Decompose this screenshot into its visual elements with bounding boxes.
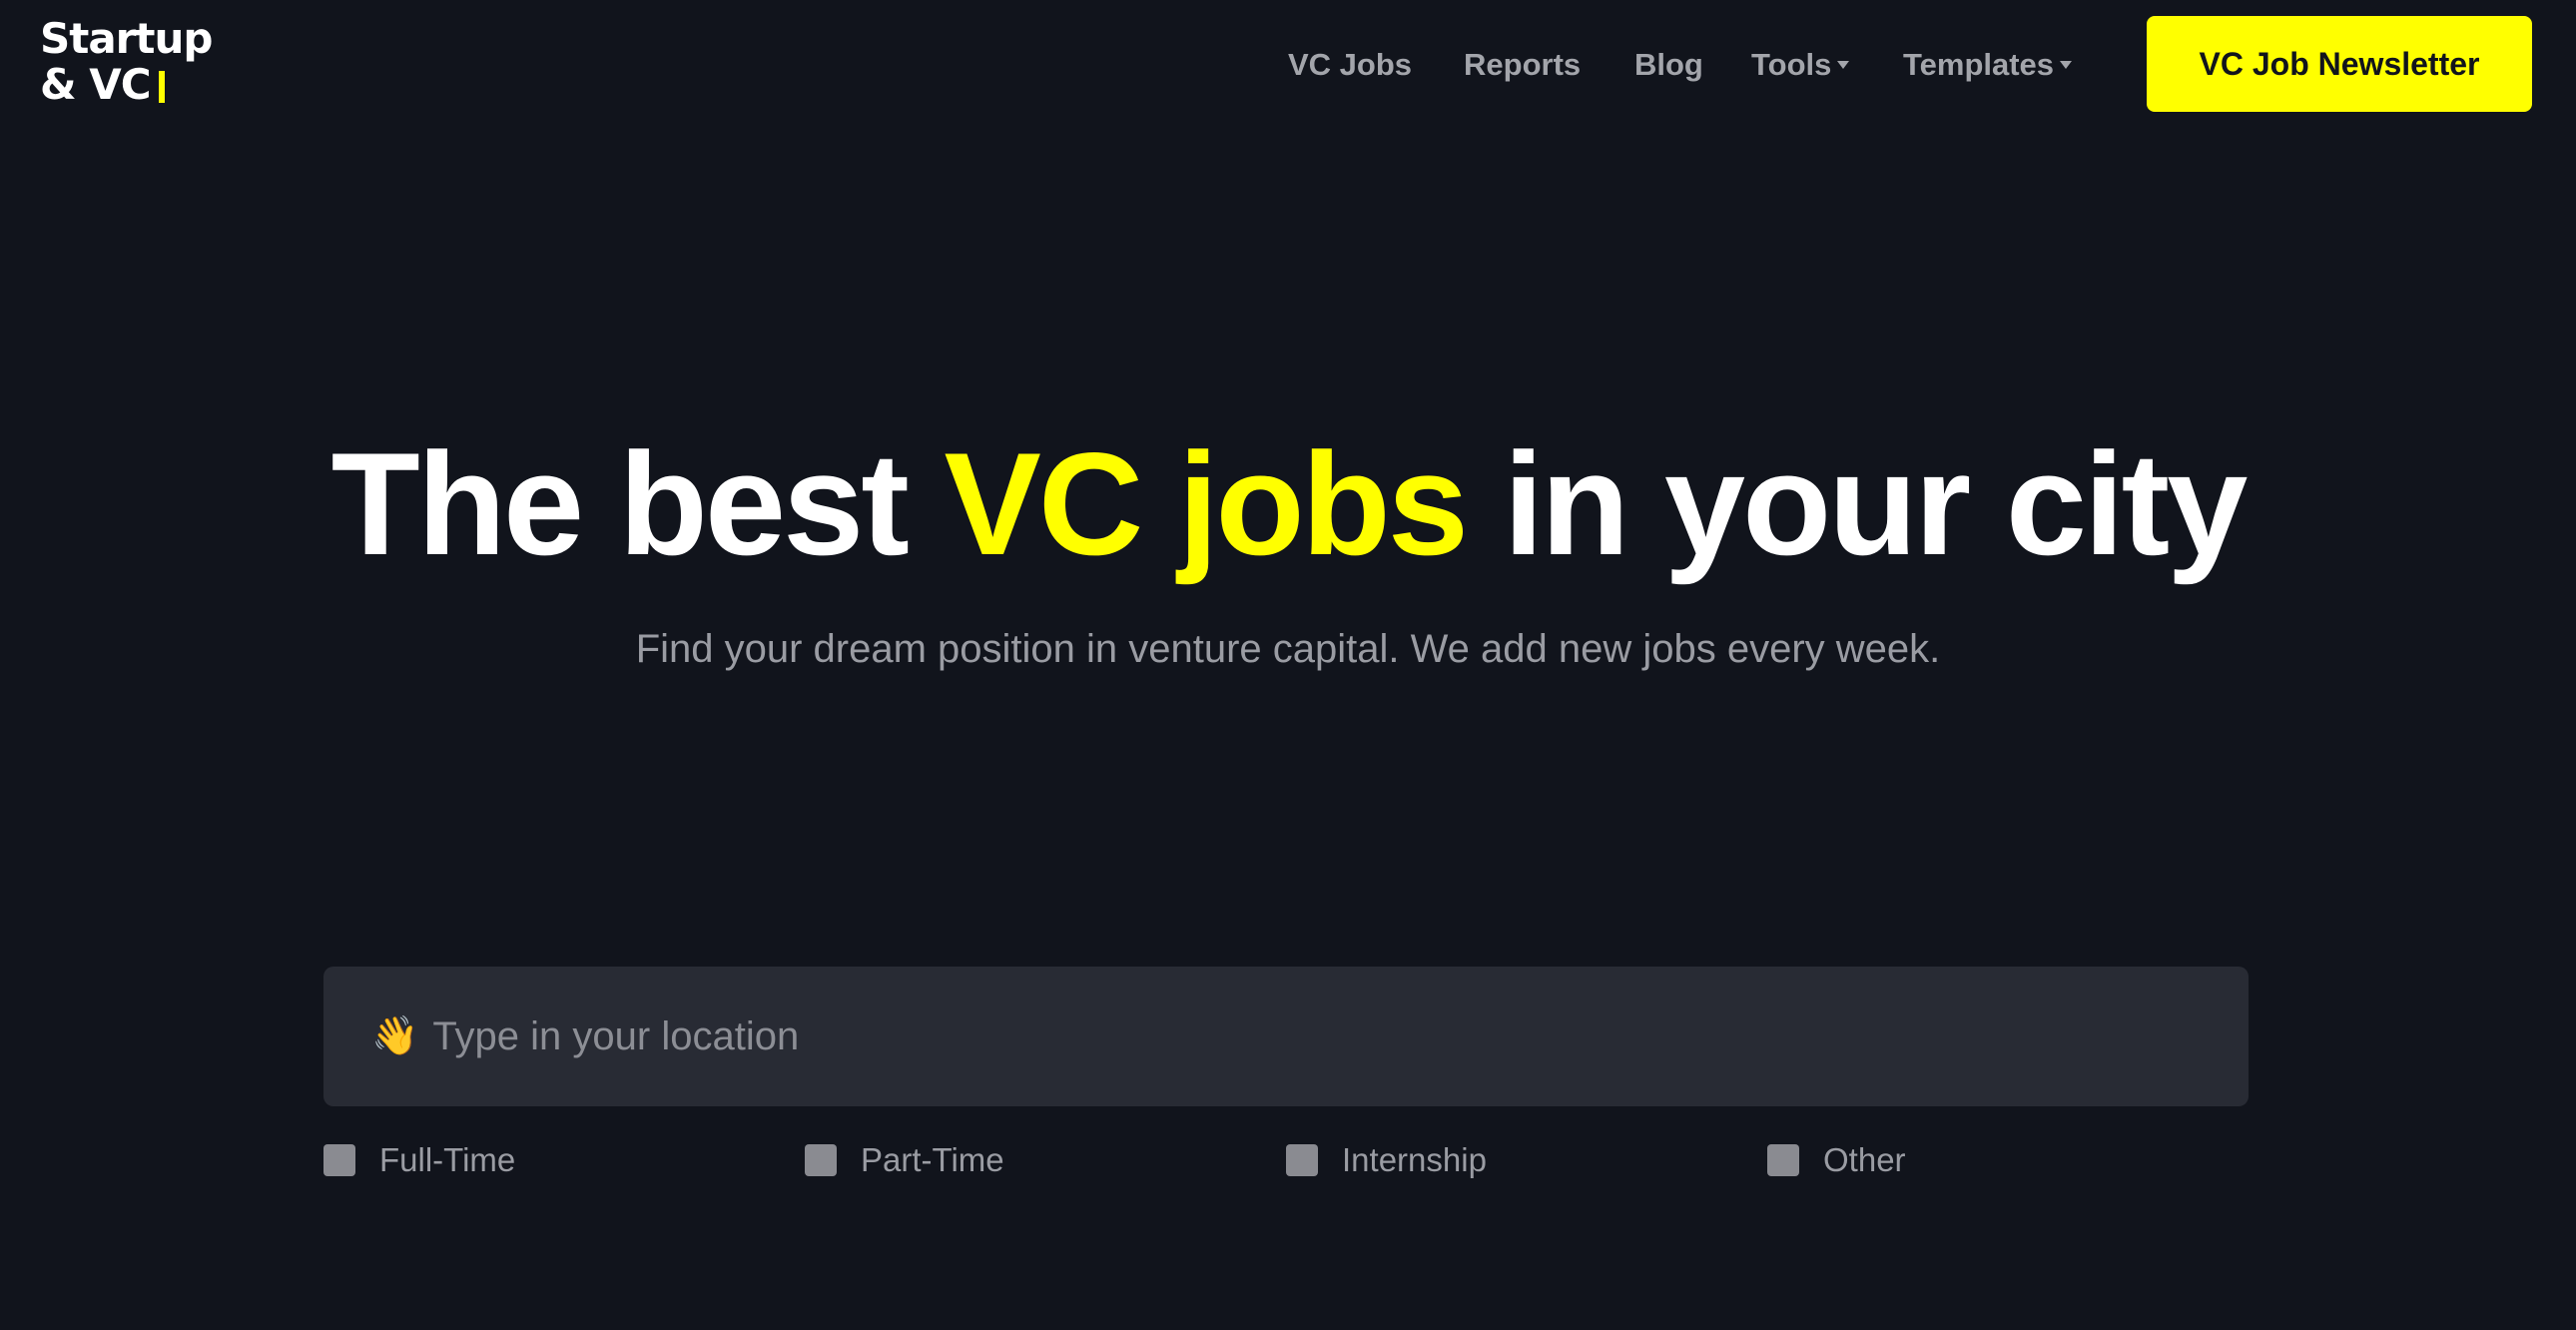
- internship-checkbox[interactable]: [1286, 1144, 1318, 1176]
- nav-item-blog[interactable]: Blog: [1634, 45, 1703, 85]
- filter-part-time[interactable]: Part-Time: [805, 1142, 1004, 1178]
- nav-item-tools-label: Tools: [1751, 47, 1832, 82]
- location-search-box[interactable]: 👋: [323, 967, 2249, 1106]
- caret-down-icon: [2060, 61, 2073, 69]
- logo-line-2: & VC: [40, 62, 210, 108]
- other-checkbox[interactable]: [1767, 1144, 1799, 1176]
- filter-label: Part-Time: [861, 1141, 1004, 1178]
- full-time-checkbox[interactable]: [323, 1144, 355, 1176]
- filter-other[interactable]: Other: [1767, 1142, 1906, 1178]
- site-logo[interactable]: Startup & VC: [40, 14, 213, 108]
- filter-internship[interactable]: Internship: [1286, 1142, 1487, 1178]
- location-search-input[interactable]: [432, 1006, 2131, 1066]
- nav-item-reports[interactable]: Reports: [1464, 45, 1581, 85]
- hero-title: The best VC jobs in your city: [0, 419, 2576, 589]
- logo-line-1: Startup: [40, 14, 213, 63]
- filter-label: Other: [1823, 1141, 1906, 1178]
- site-header: Startup & VC VC Jobs Reports Blog Tools …: [0, 0, 2576, 130]
- nav-item-vc-jobs[interactable]: VC Jobs: [1288, 45, 1412, 85]
- caret-down-icon: [1837, 61, 1850, 69]
- hero-subtitle: Find your dream position in venture capi…: [635, 627, 1941, 671]
- hero-title-part-1: The best: [330, 422, 945, 585]
- waving-hand-icon: 👋: [371, 1015, 419, 1057]
- logo-line-2-text: & VC: [40, 60, 152, 109]
- hero-title-part-2: in your city: [1466, 422, 2249, 585]
- nav-item-templates[interactable]: Templates: [1903, 45, 2073, 85]
- nav-item-tools[interactable]: Tools: [1751, 45, 1850, 85]
- newsletter-button[interactable]: VC Job Newsletter: [2147, 16, 2532, 112]
- nav-item-templates-label: Templates: [1903, 47, 2055, 82]
- filter-full-time[interactable]: Full-Time: [323, 1142, 515, 1178]
- hero-title-accent: VC jobs: [944, 422, 1469, 585]
- logo-cursor-mark: [158, 71, 165, 103]
- filter-label: Internship: [1342, 1141, 1487, 1178]
- filter-label: Full-Time: [379, 1141, 516, 1178]
- part-time-checkbox[interactable]: [805, 1144, 837, 1176]
